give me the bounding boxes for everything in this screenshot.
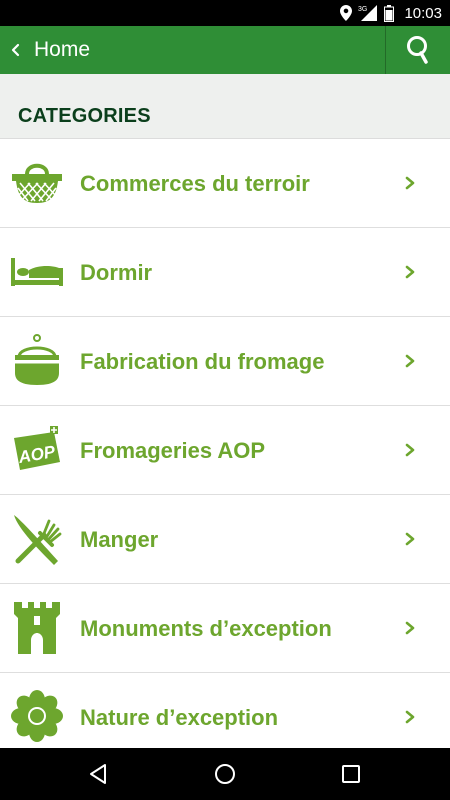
categories-header: CATEGORIES [0, 74, 450, 139]
list-item-label: Fabrication du fromage [80, 349, 325, 374]
list-item-dormir[interactable]: Dormir [0, 228, 450, 317]
list-item-label: Fromageries AOP [80, 438, 266, 463]
category-list: Commerces du terroir Dormir Fabrication … [0, 139, 450, 762]
back-button[interactable]: Home [0, 26, 102, 74]
list-item-fabrication[interactable]: Fabrication du fromage [0, 317, 450, 406]
chevron-right-icon [405, 265, 415, 279]
chevron-right-icon [405, 176, 415, 190]
list-item-label: Commerces du terroir [80, 171, 310, 196]
list-item-label: Monuments d’exception [80, 616, 332, 641]
flower-icon [11, 690, 63, 742]
status-icons: 3G 10:03 [340, 0, 442, 26]
chevron-right-icon [405, 443, 415, 457]
location-icon [340, 5, 353, 21]
list-item-label: Nature d’exception [80, 705, 279, 730]
chevron-right-icon [405, 621, 415, 635]
castle-tower-icon [14, 602, 60, 654]
nav-back-button[interactable] [68, 748, 128, 800]
back-triangle-icon [90, 764, 106, 784]
basket-icon [12, 163, 62, 203]
list-item-monuments[interactable]: Monuments d’exception [0, 584, 450, 673]
recents-square-icon [342, 765, 360, 783]
list-item-commerces[interactable]: Commerces du terroir [0, 139, 450, 228]
chevron-right-icon [405, 710, 415, 724]
fork-knife-icon [14, 515, 62, 565]
section-title: CATEGORIES [18, 105, 151, 127]
status-bar: 3G 10:03 [0, 0, 450, 26]
nav-recents-button[interactable] [321, 748, 381, 800]
bed-icon [11, 258, 63, 286]
list-item-label: Manger [80, 527, 159, 552]
chevron-right-icon [405, 532, 415, 546]
home-circle-icon [215, 764, 235, 784]
list-item-manger[interactable]: Manger [0, 495, 450, 584]
search-icon [407, 36, 428, 64]
cauldron-icon [15, 334, 59, 385]
nav-home-button[interactable] [195, 748, 255, 800]
signal-icon: 3G [358, 5, 378, 21]
network-type: 3G [358, 6, 367, 13]
chevron-right-icon [405, 354, 415, 368]
page-title: Home [34, 38, 91, 61]
app-bar: Home [0, 26, 450, 74]
battery-icon [384, 4, 395, 22]
aop-icon: AOP [14, 426, 60, 470]
search-button[interactable] [385, 26, 450, 74]
navigation-bar [0, 748, 450, 800]
list-item-label: Dormir [80, 260, 153, 285]
list-item-fromageries[interactable]: AOP Fromageries AOP [0, 406, 450, 495]
status-time: 10:03 [404, 4, 442, 22]
chevron-left-icon [11, 43, 20, 57]
